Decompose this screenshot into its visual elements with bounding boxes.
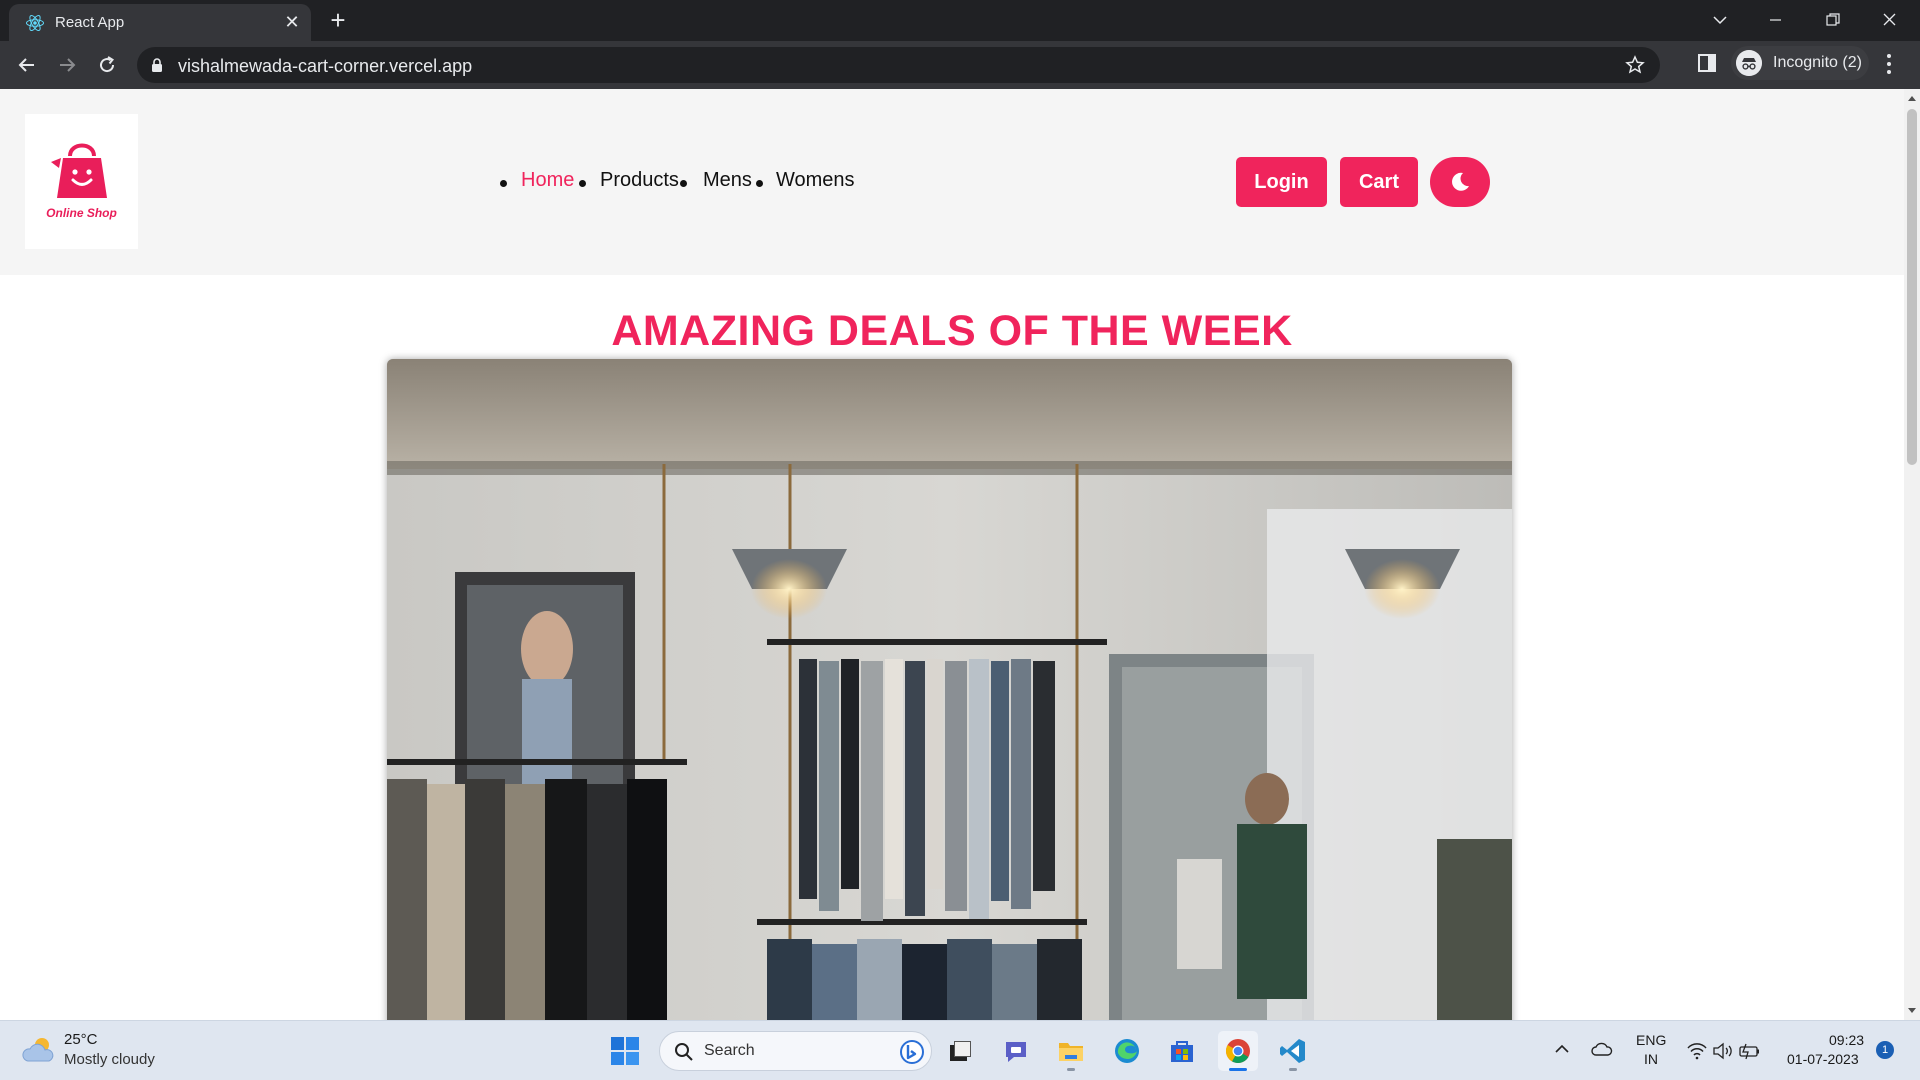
browser-toolbar: vishalmewada-cart-corner.vercel.app Inco… [0, 41, 1920, 89]
chrome-button[interactable] [1218, 1031, 1258, 1071]
weather-temperature[interactable]: 25°C [64, 1031, 98, 1048]
restore-icon [1826, 13, 1840, 26]
forward-button[interactable] [52, 50, 82, 80]
search-icon [675, 1043, 693, 1061]
deals-heading: AMAZING DEALS OF THE WEEK [611, 307, 1293, 355]
nav-item-mens[interactable]: Mens [703, 169, 752, 192]
language-code[interactable]: ENG [1636, 1032, 1666, 1048]
cart-button[interactable]: Cart [1340, 157, 1418, 207]
microsoft-store-button[interactable] [1162, 1031, 1202, 1071]
nav-item-womens[interactable]: Womens [776, 169, 855, 192]
clock-time[interactable]: 09:23 [1829, 1032, 1864, 1048]
page-scrollbar[interactable] [1904, 89, 1920, 1020]
nav-bullet [579, 180, 586, 187]
more-vert-icon[interactable] [1886, 53, 1892, 75]
tab-search-button[interactable] [1698, 4, 1742, 36]
url-text[interactable]: vishalmewada-cart-corner.vercel.app [178, 56, 472, 77]
bing-icon[interactable] [898, 1039, 926, 1065]
edge-icon [1115, 1039, 1139, 1063]
moon-icon [1452, 172, 1469, 191]
app-running-indicator [1289, 1068, 1297, 1071]
partly-cloudy-icon[interactable] [22, 1035, 56, 1065]
shopping-bag-icon [51, 143, 107, 198]
scroll-up-arrow[interactable] [1908, 96, 1916, 101]
close-tab-icon[interactable]: ✕ [281, 11, 303, 33]
tab-title: React App [55, 14, 125, 31]
back-button[interactable] [12, 50, 42, 80]
chevron-up-icon[interactable] [1554, 1043, 1570, 1055]
windows-start-icon[interactable] [610, 1036, 640, 1066]
login-button[interactable]: Login [1236, 157, 1327, 207]
incognito-label: Incognito (2) [1773, 54, 1862, 71]
arrow-right-icon [60, 58, 76, 72]
edge-button[interactable] [1107, 1031, 1147, 1071]
new-tab-button[interactable]: + [324, 6, 352, 34]
system-tray-icons[interactable] [1686, 1041, 1766, 1061]
notification-badge[interactable]: 1 [1876, 1041, 1894, 1059]
browser-titlebar: React App ✕ + [0, 0, 1920, 41]
close-icon [1883, 13, 1896, 26]
teams-chat-icon [1006, 1042, 1026, 1062]
chrome-icon [1225, 1039, 1250, 1064]
language-region[interactable]: IN [1644, 1051, 1658, 1067]
app-active-indicator [1229, 1068, 1247, 1071]
microsoft-store-icon [1171, 1041, 1193, 1062]
theme-toggle-button[interactable] [1430, 157, 1490, 207]
file-explorer-icon [1059, 1043, 1083, 1061]
chevron-down-icon [1713, 16, 1727, 25]
nav-bullet [680, 180, 687, 187]
file-explorer-button[interactable] [1051, 1031, 1091, 1071]
task-view-icon [950, 1041, 971, 1061]
site-header: Online Shop Home Products Mens Womens Lo… [0, 89, 1904, 275]
side-panel-icon[interactable] [1697, 53, 1717, 73]
nav-item-home[interactable]: Home [521, 169, 574, 192]
address-bar[interactable]: vishalmewada-cart-corner.vercel.app [137, 47, 1660, 83]
app-running-indicator [1067, 1068, 1075, 1071]
nav-bullet [756, 180, 763, 187]
browser-tab[interactable]: React App ✕ [9, 4, 311, 41]
arrow-left-icon [18, 58, 34, 72]
task-view-button[interactable] [940, 1031, 980, 1071]
store-photo-illustration [387, 359, 1512, 1020]
reload-button[interactable] [92, 50, 122, 80]
search-label: Search [704, 1042, 755, 1059]
battery-icon [1739, 1043, 1759, 1060]
nav-item-products[interactable]: Products [600, 169, 679, 192]
site-logo[interactable]: Online Shop [25, 114, 138, 249]
incognito-icon [1736, 50, 1762, 76]
vscode-icon [1280, 1039, 1305, 1063]
lock-icon[interactable] [151, 58, 163, 72]
wifi-icon [1687, 1043, 1707, 1060]
logo-text: Online Shop [46, 206, 117, 220]
minimize-icon [1770, 19, 1781, 21]
clock-date[interactable]: 01-07-2023 [1787, 1051, 1859, 1067]
teams-chat-button[interactable] [996, 1031, 1036, 1071]
page-viewport: Online Shop Home Products Mens Womens Lo… [0, 89, 1904, 1020]
vscode-button[interactable] [1273, 1031, 1313, 1071]
nav-bullet [500, 180, 507, 187]
incognito-profile-button[interactable]: Incognito (2) [1731, 46, 1869, 80]
bookmark-star-icon[interactable] [1625, 55, 1645, 75]
taskbar-search[interactable]: Search [659, 1031, 932, 1071]
hero-store-image [387, 359, 1512, 1020]
react-icon [26, 14, 44, 32]
restore-button[interactable] [1811, 4, 1855, 36]
scrollbar-thumb[interactable] [1907, 109, 1917, 465]
onedrive-cloud-icon[interactable] [1591, 1041, 1613, 1057]
minimize-button[interactable] [1754, 4, 1798, 36]
scroll-down-arrow[interactable] [1908, 1008, 1916, 1013]
volume-icon [1713, 1042, 1732, 1060]
reload-icon [100, 56, 115, 73]
windows-taskbar: 25°C Mostly cloudy Search ENG IN 09:23 0… [0, 1020, 1920, 1080]
close-window-button[interactable] [1868, 4, 1912, 36]
weather-description[interactable]: Mostly cloudy [64, 1051, 155, 1068]
